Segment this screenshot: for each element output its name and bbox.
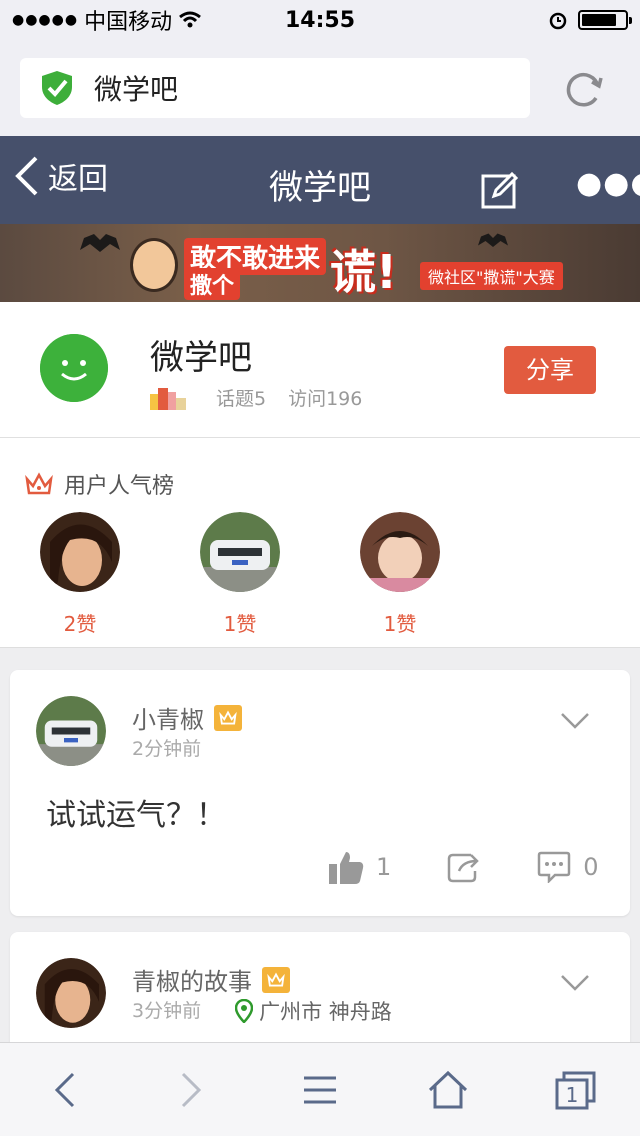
user-avatar xyxy=(360,512,440,592)
chevron-left-icon xyxy=(54,1072,75,1107)
banner-subtitle: 微社区"撒谎"大赛 xyxy=(420,262,563,290)
share-button[interactable]: 分享 xyxy=(504,346,596,394)
menu-icon xyxy=(304,1076,336,1103)
back-button[interactable]: 返回 xyxy=(14,154,108,198)
crown-icon xyxy=(25,472,53,495)
user-avatar xyxy=(200,512,280,592)
author-name[interactable]: 青椒的故事 xyxy=(132,962,252,997)
location-text: 广州市 神舟路 xyxy=(259,1000,392,1024)
location-pin-icon xyxy=(235,999,254,1023)
tabs-icon: 1 xyxy=(555,1071,596,1109)
forward-nav-button[interactable] xyxy=(162,1060,222,1120)
post-time: 3分钟前 xyxy=(132,1000,202,1022)
chevron-down-icon[interactable] xyxy=(560,712,590,730)
popularity-ranking: 用户人气榜 2赞 1赞 1赞 xyxy=(0,438,640,648)
tabs-button[interactable]: 1 xyxy=(546,1060,606,1120)
smile-icon xyxy=(40,334,108,402)
likes-count: 1赞 xyxy=(223,612,257,636)
chevron-down-icon[interactable] xyxy=(560,974,590,992)
edit-icon[interactable] xyxy=(480,170,520,210)
ranking-title: 用户人气榜 xyxy=(64,474,175,499)
topic-count: 话题5 xyxy=(216,388,267,410)
signal-icon: ●●●●● xyxy=(12,12,79,28)
reload-icon[interactable] xyxy=(562,68,606,112)
address-bar-title: 微学吧 xyxy=(94,73,179,106)
bat-icon xyxy=(80,234,120,252)
user-avatar xyxy=(40,512,120,592)
post-content: 试试运气？！ xyxy=(46,798,226,833)
visit-count: 访问196 xyxy=(288,388,363,410)
comment-icon xyxy=(538,851,571,883)
ranking-user[interactable]: 1赞 xyxy=(360,512,440,637)
banner-big-text: 谎! xyxy=(330,245,397,299)
post-meta: 3分钟前 广州市 神舟路 xyxy=(132,996,392,1026)
profile-stats: 话题5 访问196 xyxy=(216,384,362,411)
home-button[interactable] xyxy=(418,1060,478,1120)
ranking-user[interactable]: 2赞 xyxy=(40,512,120,637)
post-card[interactable]: 小青椒 2分钟前 试试运气？！ 1 0 xyxy=(10,670,630,916)
shield-check-icon xyxy=(42,71,72,105)
promo-banner[interactable]: 敢不敢进来 撒个 谎! 微社区"撒谎"大赛 xyxy=(0,224,640,302)
post-meta: 2分钟前 xyxy=(132,734,201,761)
author-avatar[interactable] xyxy=(36,696,106,766)
post-author: 青椒的故事 xyxy=(132,962,290,997)
cartoon-face-icon xyxy=(130,238,178,292)
back-label: 返回 xyxy=(48,162,108,197)
like-count: 1 xyxy=(376,853,392,881)
level-bars-icon xyxy=(150,388,186,410)
wifi-icon xyxy=(179,11,202,28)
status-bar: ●●●●● 中国移动 14:55 xyxy=(0,0,640,40)
browser-toolbar: 1 xyxy=(0,1042,640,1136)
address-bar[interactable]: 微学吧 xyxy=(20,58,530,118)
chevron-left-icon xyxy=(15,156,38,196)
status-left: ●●●●● 中国移动 xyxy=(12,4,202,36)
likes-count: 1赞 xyxy=(383,612,417,636)
home-icon xyxy=(428,1070,468,1108)
ranking-header: 用户人气榜 xyxy=(24,468,174,500)
address-bar-area: 微学吧 xyxy=(0,40,640,136)
alarm-icon xyxy=(549,12,567,30)
chevron-right-icon xyxy=(181,1072,202,1107)
author-avatar[interactable] xyxy=(36,958,106,1028)
crown-badge-icon xyxy=(262,966,290,993)
post-time: 2分钟前 xyxy=(132,738,202,760)
post-actions: 1 0 xyxy=(328,850,599,884)
comment-count: 0 xyxy=(583,853,599,881)
battery-icon xyxy=(578,10,632,30)
carrier-label: 中国移动 xyxy=(84,10,173,35)
share-icon xyxy=(448,853,480,883)
status-right xyxy=(548,10,632,30)
likes-count: 2赞 xyxy=(63,612,97,636)
banner-text-line2: 撒个 xyxy=(184,268,241,300)
svg-text:1: 1 xyxy=(566,1083,579,1107)
crown-badge-icon xyxy=(214,704,242,731)
repost-button[interactable] xyxy=(447,851,481,883)
more-icon[interactable]: ●●● xyxy=(576,169,640,199)
menu-button[interactable] xyxy=(290,1060,350,1120)
community-name: 微学吧 xyxy=(150,338,252,378)
ranking-user[interactable]: 1赞 xyxy=(200,512,280,637)
thumbs-up-icon xyxy=(329,852,364,884)
nav-bar: 返回 微学吧 ●●● xyxy=(0,136,640,224)
post-location[interactable]: 广州市 神舟路 xyxy=(235,996,392,1026)
like-button[interactable]: 1 xyxy=(328,850,391,884)
back-nav-button[interactable] xyxy=(34,1060,94,1120)
community-profile: 微学吧 话题5 访问196 分享 xyxy=(0,302,640,438)
post-author: 小青椒 xyxy=(132,700,242,735)
banner-content: 敢不敢进来 撒个 谎! 微社区"撒谎"大赛 xyxy=(130,234,570,300)
author-name[interactable]: 小青椒 xyxy=(132,700,204,735)
comment-button[interactable]: 0 xyxy=(537,851,599,883)
